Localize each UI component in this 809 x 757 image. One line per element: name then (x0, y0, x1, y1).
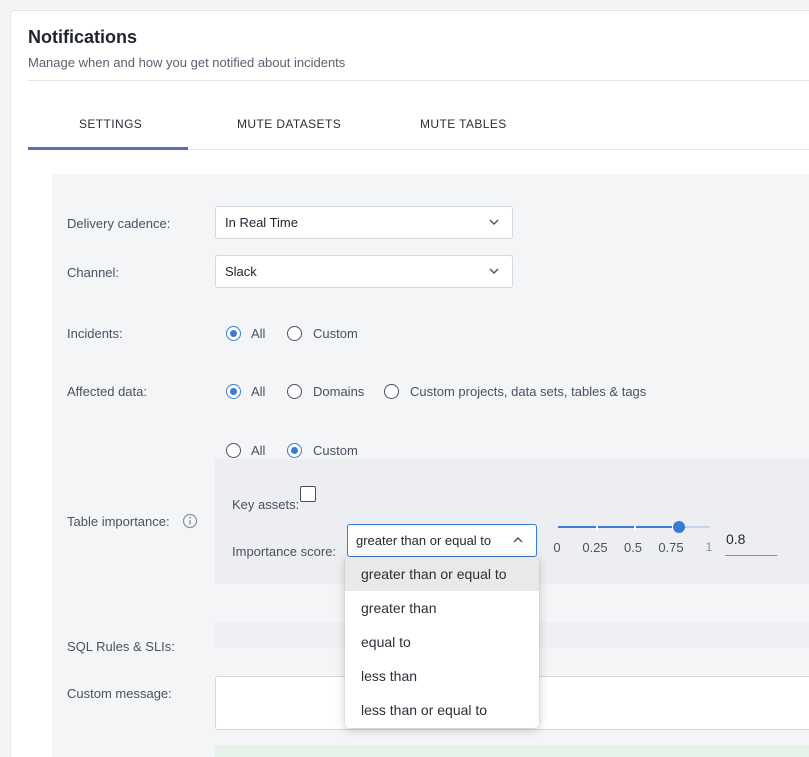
chevron-down-icon (488, 264, 500, 283)
table-importance-custom-label: Custom (313, 443, 358, 458)
incidents-custom-label: Custom (313, 326, 358, 341)
sql-rules-label: SQL Rules & SLIs: (67, 639, 175, 654)
tab-mute-datasets[interactable]: MUTE DATASETS (237, 117, 341, 131)
importance-operator-value: greater than or equal to (356, 533, 492, 548)
delivery-cadence-value: In Real Time (225, 215, 298, 230)
importance-score-input[interactable]: 0.8 (725, 529, 777, 556)
affected-data-all-radio[interactable] (226, 384, 241, 399)
channel-value: Slack (225, 264, 257, 279)
incidents-label: Incidents: (67, 326, 123, 341)
active-tab-indicator (28, 147, 188, 150)
dropdown-option[interactable]: greater than or equal to (345, 557, 539, 591)
table-importance-label: Table importance: (67, 514, 170, 529)
chevron-down-icon (488, 215, 500, 234)
slider-tick-label: 0.25 (582, 540, 608, 555)
incidents-all-radio[interactable] (226, 326, 241, 341)
importance-operator-select[interactable]: greater than or equal to (347, 524, 537, 557)
page-title: Notifications (28, 27, 138, 47)
info-banner (215, 745, 809, 757)
table-importance-all-label: All (251, 443, 266, 458)
slider-tick-label: 0 (553, 540, 561, 555)
slider-tick (634, 524, 636, 530)
affected-data-custom-radio[interactable] (384, 384, 399, 399)
table-importance-custom-radio[interactable] (287, 443, 302, 458)
affected-data-custom-label: Custom projects, data sets, tables & tag… (410, 384, 647, 399)
page-subtitle: Manage when and how you get notified abo… (28, 55, 346, 70)
table-importance-all-radio[interactable] (226, 443, 241, 458)
key-assets-label: Key assets: (232, 497, 300, 512)
slider-tick-label: 0.75 (658, 540, 684, 555)
header-divider (28, 80, 809, 81)
importance-score-label: Importance score: (232, 544, 337, 559)
slider-fill (558, 526, 680, 528)
custom-message-label: Custom message: (67, 686, 172, 701)
delivery-cadence-label: Delivery cadence: (67, 216, 171, 231)
tab-settings[interactable]: SETTINGS (79, 117, 142, 131)
incidents-all-label: All (251, 326, 266, 341)
delivery-cadence-select[interactable]: In Real Time (215, 206, 513, 239)
dropdown-option[interactable]: less than or equal to (345, 693, 539, 727)
tab-mute-tables[interactable]: MUTE TABLES (420, 117, 507, 131)
operator-dropdown-menu: greater than or equal to greater than eq… (345, 557, 539, 728)
channel-select[interactable]: Slack (215, 255, 513, 288)
key-assets-checkbox[interactable] (300, 486, 316, 502)
affected-data-all-label: All (251, 384, 266, 399)
chevron-up-icon (512, 533, 524, 552)
slider-tick-label: 1 (705, 540, 713, 554)
importance-score-slider[interactable]: 0 0.25 0.5 0.75 1 (553, 514, 718, 555)
info-icon[interactable] (182, 513, 198, 534)
affected-data-domains-label: Domains (313, 384, 365, 399)
slider-thumb[interactable] (673, 521, 685, 533)
dropdown-option[interactable]: greater than (345, 591, 539, 625)
incidents-custom-radio[interactable] (287, 326, 302, 341)
affected-data-domains-radio[interactable] (287, 384, 302, 399)
slider-tick (596, 524, 598, 530)
slider-tick-label: 0.5 (623, 540, 643, 555)
dropdown-option[interactable]: equal to (345, 625, 539, 659)
affected-data-label: Affected data: (67, 384, 147, 399)
channel-label: Channel: (67, 265, 120, 280)
dropdown-option[interactable]: less than (345, 659, 539, 693)
